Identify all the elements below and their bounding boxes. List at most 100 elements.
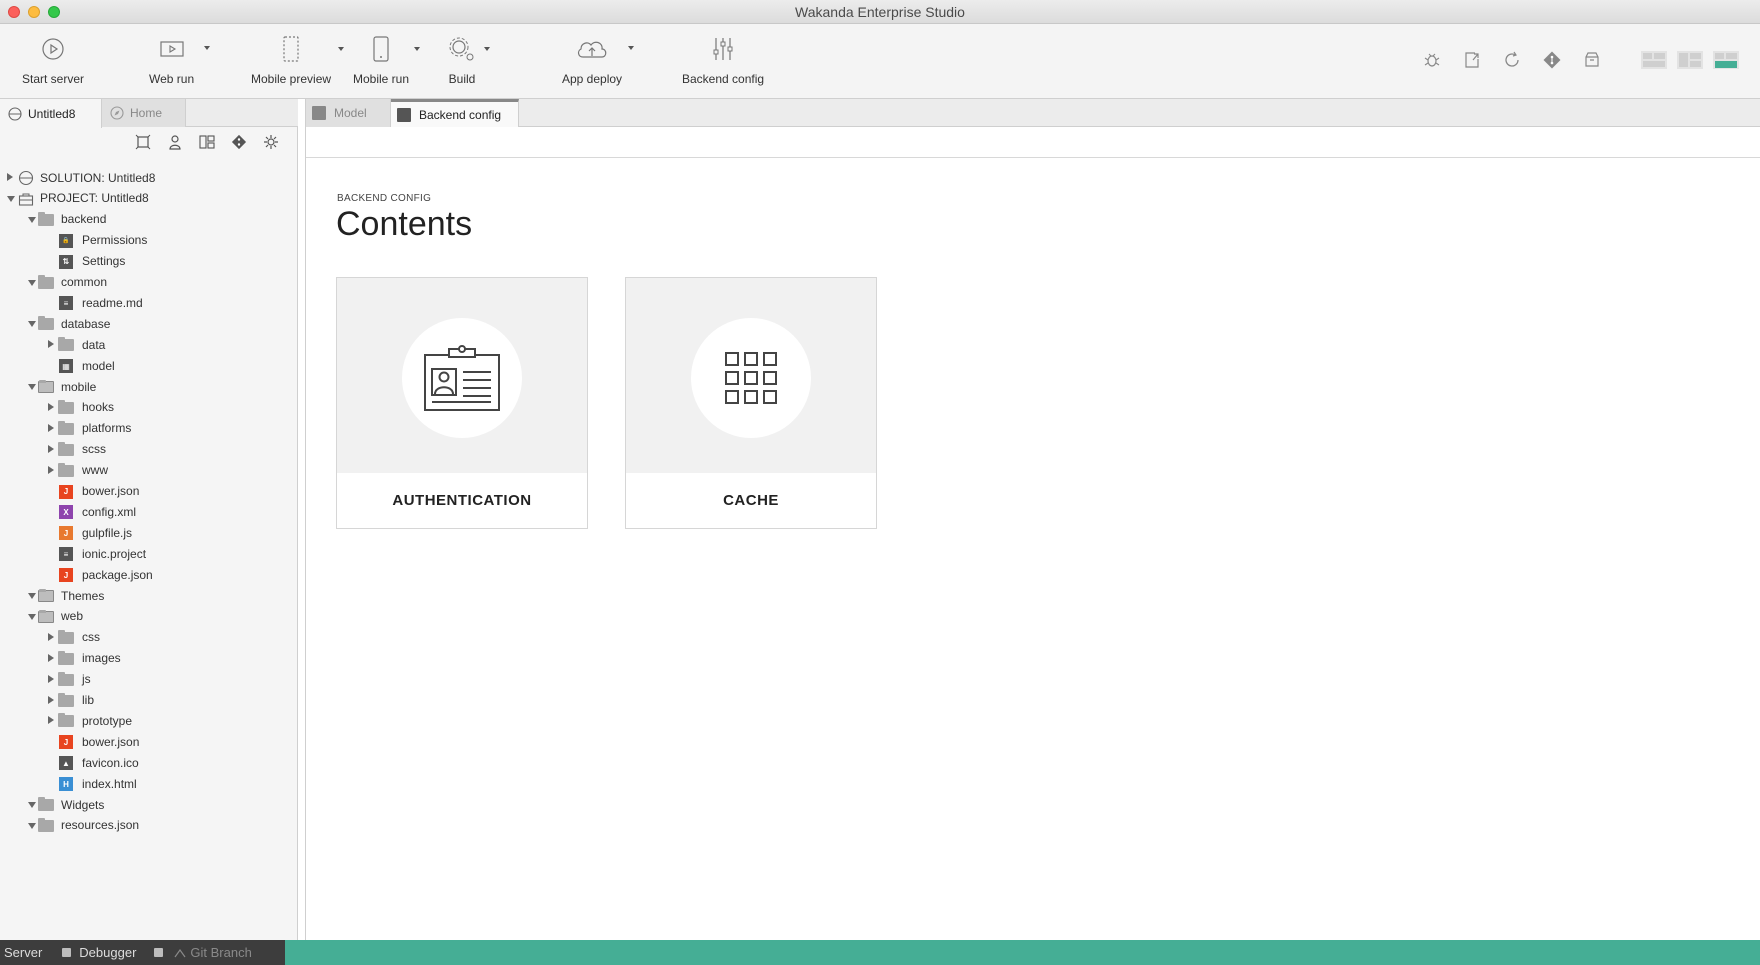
- start-server-button[interactable]: Start server: [22, 32, 84, 92]
- tree-item[interactable]: lib: [0, 690, 298, 711]
- tab-model[interactable]: Model: [306, 99, 391, 127]
- tree-item[interactable]: Jbower.json: [0, 481, 298, 502]
- expand-arrow-icon[interactable]: [48, 340, 54, 349]
- editor-tabs: Model Backend config: [306, 99, 1760, 128]
- git-icon[interactable]: [1532, 46, 1572, 74]
- text-file-icon: ≡: [59, 296, 73, 311]
- expand-arrow-icon[interactable]: [48, 423, 54, 432]
- collapse-arrow-icon[interactable]: [28, 384, 36, 390]
- tree-item[interactable]: www: [0, 460, 298, 481]
- tree-item[interactable]: ⇅ Settings: [0, 251, 298, 272]
- app-deploy-dropdown-caret[interactable]: [628, 46, 635, 50]
- tree-item[interactable]: Themes: [0, 585, 298, 606]
- archive-icon[interactable]: [1572, 46, 1612, 74]
- layout-three-icon[interactable]: [1708, 51, 1744, 69]
- model-icon: ▦: [59, 359, 73, 374]
- app-deploy-button[interactable]: App deploy: [562, 32, 635, 92]
- layout-one-icon[interactable]: [1636, 51, 1672, 69]
- mobile-run-dropdown-caret[interactable]: [414, 47, 421, 51]
- tree-item[interactable]: resources.json: [0, 815, 298, 836]
- git-icon[interactable]: [223, 131, 255, 153]
- tree-item[interactable]: Widgets: [0, 794, 298, 815]
- tree-item[interactable]: scss: [0, 439, 298, 460]
- server-status[interactable]: Server: [4, 945, 42, 960]
- tree-item-label: Themes: [61, 588, 105, 603]
- collapse-arrow-icon[interactable]: [28, 593, 36, 599]
- model-icon[interactable]: [191, 131, 223, 153]
- tree-item[interactable]: css: [0, 627, 298, 648]
- collapse-arrow-icon[interactable]: [28, 279, 36, 286]
- collapse-arrow-icon[interactable]: [7, 195, 15, 202]
- page-title: Contents: [336, 205, 473, 243]
- backend-config-button[interactable]: Backend config: [682, 32, 764, 92]
- tree-item[interactable]: database: [0, 313, 298, 334]
- tree-item[interactable]: backend: [0, 209, 298, 230]
- build-button[interactable]: Build: [446, 32, 490, 92]
- tree-item[interactable]: Jbower.json: [0, 731, 298, 752]
- tree-item[interactable]: common: [0, 272, 298, 293]
- folder-icon: [38, 211, 54, 226]
- text-file-icon: ≡: [59, 547, 73, 562]
- frame-icon[interactable]: [127, 131, 159, 153]
- expand-arrow-icon[interactable]: [48, 716, 54, 725]
- collapse-arrow-icon[interactable]: [28, 613, 36, 620]
- tree-item[interactable]: 🔒 Permissions: [0, 230, 298, 251]
- build-dropdown-caret[interactable]: [484, 47, 490, 51]
- collapse-arrow-icon[interactable]: [28, 321, 36, 328]
- tree-item[interactable]: prototype: [0, 710, 298, 731]
- web-run-dropdown-caret[interactable]: [203, 46, 210, 50]
- refresh-icon[interactable]: [1492, 46, 1532, 74]
- gear-icon[interactable]: [255, 131, 287, 153]
- expand-arrow-icon[interactable]: [48, 444, 54, 453]
- expand-arrow-icon[interactable]: [48, 653, 54, 662]
- layout-two-icon[interactable]: [1672, 51, 1708, 69]
- tree-item-label: model: [82, 358, 115, 373]
- tree-item[interactable]: SOLUTION: Untitled8: [0, 167, 298, 188]
- tree-item[interactable]: ≡ ionic.project: [0, 543, 298, 564]
- bug-icon[interactable]: [1412, 46, 1452, 74]
- mobile-preview-dropdown-caret[interactable]: [338, 47, 345, 51]
- tree-item[interactable]: Jgulpfile.js: [0, 522, 298, 543]
- tree-item[interactable]: PROJECT: Untitled8: [0, 188, 298, 209]
- tree-item[interactable]: images: [0, 648, 298, 669]
- collapse-arrow-icon[interactable]: [28, 802, 36, 808]
- tree-item[interactable]: web: [0, 606, 298, 627]
- status-bar: Server Debugger Git Branch: [0, 940, 1760, 965]
- play-circle-icon: [41, 32, 65, 66]
- xml-file-icon: X: [59, 505, 73, 520]
- authentication-card[interactable]: AUTHENTICATION: [336, 277, 588, 529]
- tree-item[interactable]: js: [0, 669, 298, 690]
- tree-item-label: config.xml: [82, 504, 137, 519]
- tab-backend-config[interactable]: Backend config: [391, 99, 519, 128]
- expand-arrow-icon[interactable]: [48, 465, 54, 474]
- expand-arrow-icon[interactable]: [48, 695, 54, 704]
- tab-untitled8[interactable]: Untitled8: [0, 99, 102, 128]
- folder-icon: [58, 462, 74, 477]
- mobile-run-button[interactable]: Mobile run: [353, 32, 421, 92]
- tree-item[interactable]: Xconfig.xml: [0, 501, 298, 522]
- expand-arrow-icon[interactable]: [48, 674, 54, 683]
- tree-item[interactable]: Jpackage.json: [0, 564, 298, 585]
- git-branch-status[interactable]: Git Branch: [173, 945, 252, 960]
- tree-item[interactable]: mobile: [0, 376, 298, 397]
- mobile-dashed-icon: [283, 32, 345, 66]
- tree-item[interactable]: data: [0, 334, 298, 355]
- collapse-arrow-icon[interactable]: [28, 822, 36, 829]
- mobile-preview-button[interactable]: Mobile preview: [251, 32, 345, 92]
- tab-home[interactable]: Home: [102, 99, 186, 127]
- export-icon[interactable]: [1452, 46, 1492, 74]
- tree-item[interactable]: ≡ readme.md: [0, 292, 298, 313]
- tree-item[interactable]: Hindex.html: [0, 773, 298, 794]
- tree-item[interactable]: hooks: [0, 397, 298, 418]
- cache-card[interactable]: CACHE: [625, 277, 877, 529]
- debugger-status[interactable]: Debugger: [79, 945, 136, 960]
- tree-item[interactable]: platforms: [0, 418, 298, 439]
- user-icon[interactable]: [159, 131, 191, 153]
- web-run-button[interactable]: Web run: [149, 32, 210, 92]
- tree-item[interactable]: ▦ model: [0, 355, 298, 376]
- collapse-arrow-icon[interactable]: [28, 216, 36, 223]
- expand-arrow-icon[interactable]: [7, 173, 13, 181]
- expand-arrow-icon[interactable]: [48, 632, 54, 641]
- tree-item[interactable]: ▲ favicon.ico: [0, 752, 298, 773]
- expand-arrow-icon[interactable]: [48, 402, 54, 411]
